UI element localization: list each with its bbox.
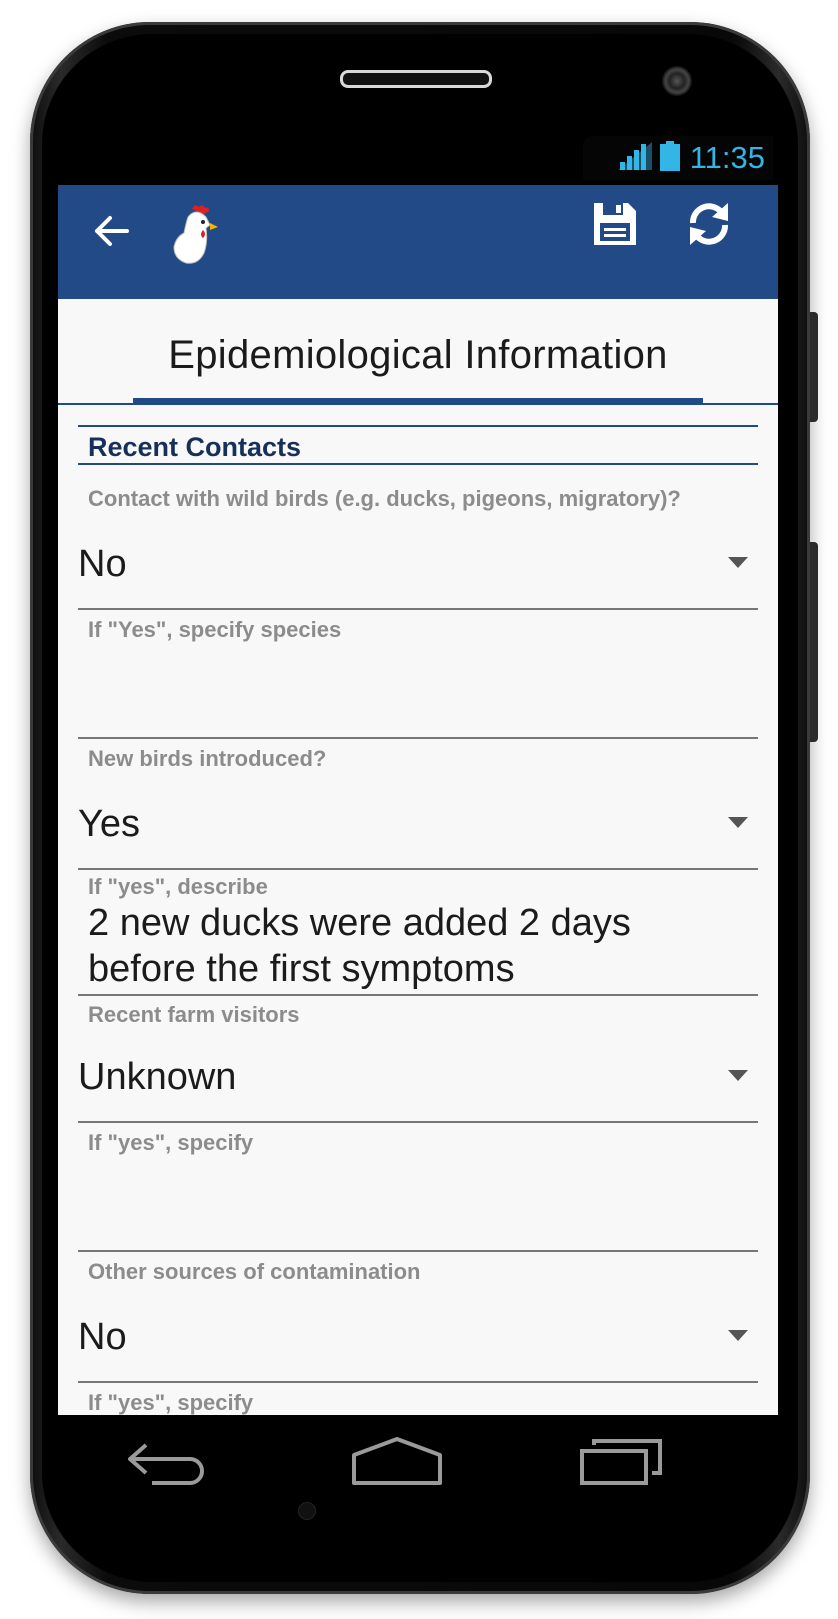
other-sources-specify-label: If "yes", specify [88, 1390, 254, 1415]
wild-birds-label: Contact with wild birds (e.g. ducks, pig… [88, 486, 681, 511]
new-birds-label: New birds introduced? [88, 746, 327, 771]
save-icon[interactable] [592, 201, 638, 252]
microphone-hole [298, 1502, 316, 1520]
dropdown-caret-icon [728, 1330, 748, 1341]
new-birds-describe-label: If "yes", describe [88, 874, 268, 899]
section-title: Recent Contacts [88, 432, 302, 462]
form: Recent Contacts Contact with wild birds … [78, 425, 758, 1415]
tab-bar: Epidemiological Information [58, 299, 778, 405]
wild-birds-dropdown[interactable]: No [78, 519, 758, 610]
new-birds-dropdown[interactable]: Yes [78, 779, 758, 870]
farm-visitors-dropdown[interactable]: Unknown [78, 1032, 758, 1123]
nav-home-icon[interactable] [350, 1437, 444, 1487]
battery-icon [659, 140, 680, 176]
app-bar [58, 185, 778, 299]
tab-epidemiological-information[interactable]: Epidemiological Information [58, 333, 778, 378]
other-sources-dropdown[interactable]: No [78, 1292, 758, 1383]
new-birds-value: Yes [78, 803, 140, 845]
dropdown-caret-icon [728, 1070, 748, 1081]
nav-back-icon[interactable] [124, 1437, 214, 1487]
other-sources-label: Other sources of contamination [88, 1259, 421, 1284]
earpiece-speaker [340, 70, 492, 88]
navigation-bar [58, 1415, 778, 1515]
power-button [810, 542, 818, 742]
sync-icon[interactable] [684, 199, 734, 254]
new-birds-describe-value: 2 new ducks were added 2 days before the… [88, 902, 631, 990]
farm-visitors-label: Recent farm visitors [88, 1002, 300, 1027]
wild-birds-species-label: If "Yes", specify species [88, 617, 342, 642]
back-arrow-icon[interactable] [94, 213, 130, 254]
status-bar: 11:35 [583, 136, 773, 180]
app-screen: Epidemiological Information Recent Conta… [58, 185, 778, 1415]
chicken-logo-icon [170, 203, 220, 272]
farm-visitors-specify-input[interactable] [78, 1163, 758, 1252]
wild-birds-species-input[interactable] [78, 650, 758, 739]
dropdown-caret-icon [728, 817, 748, 828]
farm-visitors-value: Unknown [78, 1056, 237, 1098]
dropdown-caret-icon [728, 557, 748, 568]
other-sources-value: No [78, 1316, 127, 1358]
status-time: 11:35 [689, 140, 765, 175]
signal-icon [617, 141, 652, 175]
section-header: Recent Contacts [78, 425, 758, 465]
nav-recents-icon[interactable] [578, 1437, 664, 1487]
front-camera [662, 66, 692, 96]
wild-birds-value: No [78, 543, 127, 585]
new-birds-describe-input[interactable]: 2 new ducks were added 2 days before the… [78, 900, 758, 996]
farm-visitors-specify-label: If "yes", specify [88, 1130, 254, 1155]
volume-button [810, 312, 818, 422]
tab-indicator [133, 398, 703, 403]
